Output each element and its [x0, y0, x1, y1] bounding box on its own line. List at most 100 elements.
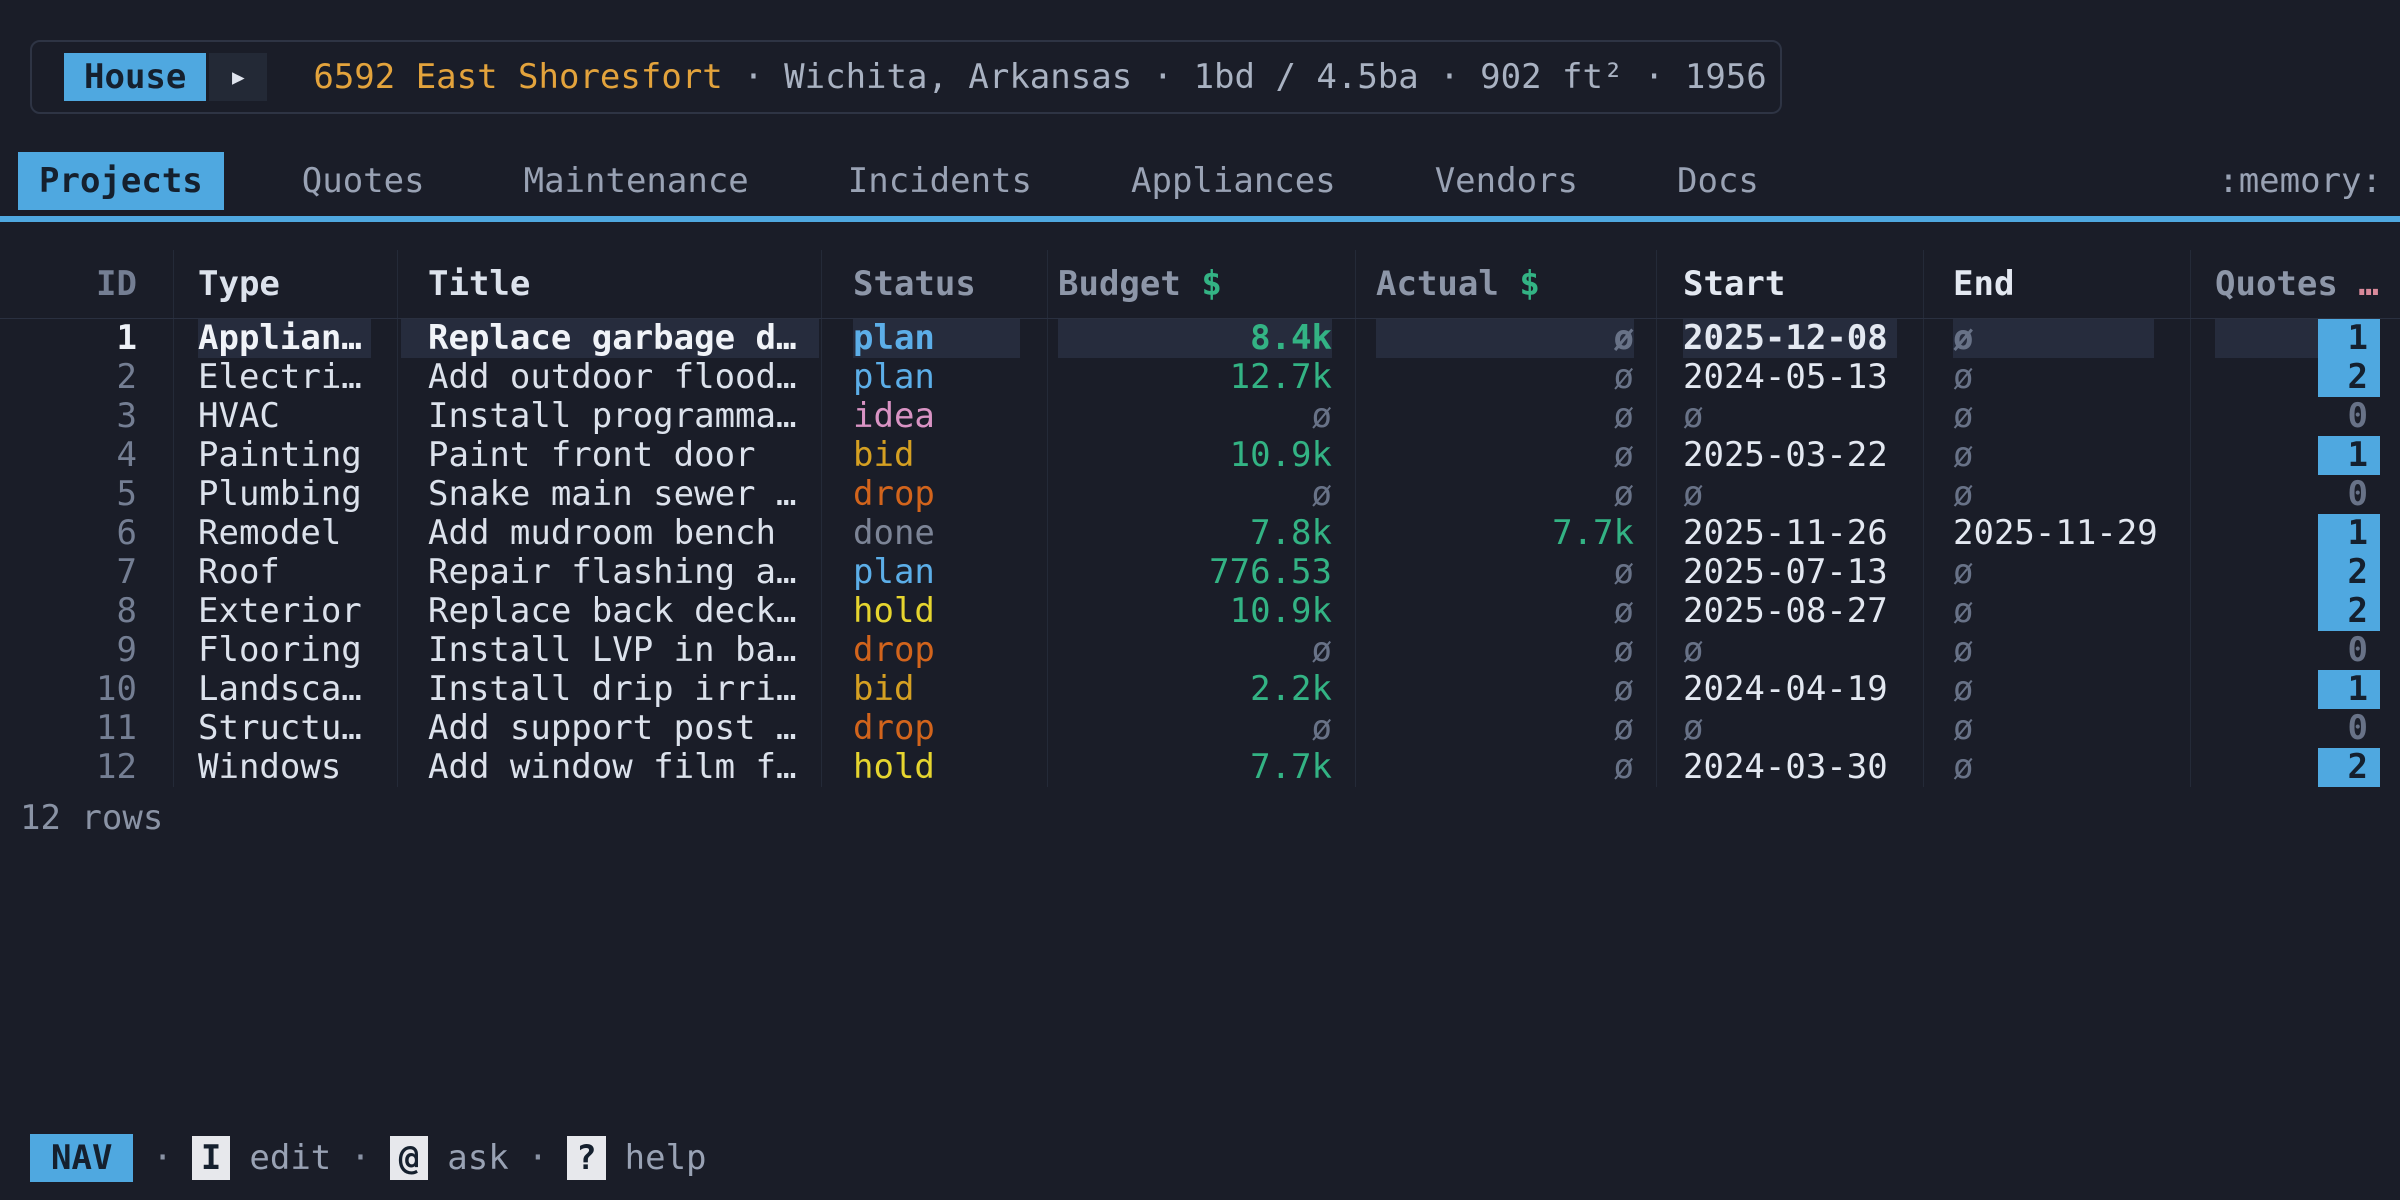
- table-row[interactable]: 4PaintingPaint front doorbid10.9kø2025-0…: [0, 436, 2400, 475]
- cell-id[interactable]: 6: [0, 514, 174, 553]
- tab-appliances[interactable]: Appliances: [1110, 152, 1357, 210]
- cell-start[interactable]: 2024-03-30: [1657, 748, 1924, 787]
- cell-id[interactable]: 4: [0, 436, 174, 475]
- cell-id[interactable]: 2: [0, 358, 174, 397]
- column-header-start[interactable]: Start: [1657, 250, 1924, 318]
- table-row[interactable]: 12WindowsAdd window film f…hold7.7kø2024…: [0, 748, 2400, 787]
- table-row[interactable]: 3HVACInstall programma…ideaøøøø0: [0, 397, 2400, 436]
- table-row[interactable]: 11Structu…Add support post …dropøøøø0: [0, 709, 2400, 748]
- cell-budget[interactable]: 10.9k: [1048, 436, 1356, 475]
- cell-budget[interactable]: 7.7k: [1048, 748, 1356, 787]
- table-row[interactable]: 5PlumbingSnake main sewer …dropøøøø0: [0, 475, 2400, 514]
- tab-incidents[interactable]: Incidents: [827, 152, 1053, 210]
- cell-end[interactable]: ø: [1924, 592, 2191, 631]
- column-header-status[interactable]: Status: [822, 250, 1048, 318]
- cell-type[interactable]: Flooring: [174, 631, 398, 670]
- cell-status[interactable]: hold: [822, 592, 1048, 631]
- cell-type[interactable]: Windows: [174, 748, 398, 787]
- cell-id[interactable]: 10: [0, 670, 174, 709]
- cell-status[interactable]: drop: [822, 475, 1048, 514]
- cell-type[interactable]: HVAC: [174, 397, 398, 436]
- cell-quotes[interactable]: 0: [2191, 475, 2400, 514]
- cell-id[interactable]: 3: [0, 397, 174, 436]
- cell-end[interactable]: ø: [1924, 670, 2191, 709]
- cell-end[interactable]: ø: [1924, 358, 2191, 397]
- tab-docs[interactable]: Docs: [1656, 152, 1780, 210]
- cell-actual[interactable]: ø: [1356, 397, 1657, 436]
- cell-actual[interactable]: ø: [1356, 475, 1657, 514]
- cell-status[interactable]: idea: [822, 397, 1048, 436]
- cell-type[interactable]: Electri…: [174, 358, 398, 397]
- column-header-title[interactable]: Title: [398, 250, 822, 318]
- cell-actual[interactable]: 7.7k: [1356, 514, 1657, 553]
- column-header-actual[interactable]: Actual $: [1356, 250, 1657, 318]
- column-header-end[interactable]: End: [1924, 250, 2191, 318]
- cell-id[interactable]: 1: [0, 319, 174, 358]
- tab-vendors[interactable]: Vendors: [1414, 152, 1599, 210]
- cell-title[interactable]: Add mudroom bench: [398, 514, 822, 553]
- cell-start[interactable]: ø: [1657, 631, 1924, 670]
- cell-start[interactable]: 2025-12-08: [1657, 319, 1924, 358]
- cell-title[interactable]: Repair flashing a…: [398, 553, 822, 592]
- cell-quotes[interactable]: 2: [2191, 748, 2400, 787]
- cell-quotes[interactable]: 0: [2191, 709, 2400, 748]
- column-header-id[interactable]: ID: [0, 250, 174, 318]
- cell-end[interactable]: ø: [1924, 436, 2191, 475]
- cell-actual[interactable]: ø: [1356, 592, 1657, 631]
- cell-budget[interactable]: ø: [1048, 631, 1356, 670]
- cell-title[interactable]: Paint front door: [398, 436, 822, 475]
- cell-title[interactable]: Replace back deck…: [398, 592, 822, 631]
- expand-property-button[interactable]: ▶: [209, 53, 267, 101]
- cell-start[interactable]: 2025-11-26: [1657, 514, 1924, 553]
- cell-start[interactable]: ø: [1657, 709, 1924, 748]
- table-row[interactable]: 1Applian…Replace garbage d…plan8.4kø2025…: [0, 319, 2400, 358]
- cell-actual[interactable]: ø: [1356, 358, 1657, 397]
- tab-maintenance[interactable]: Maintenance: [503, 152, 770, 210]
- cell-title[interactable]: Install drip irri…: [398, 670, 822, 709]
- cell-status[interactable]: plan: [822, 553, 1048, 592]
- cell-start[interactable]: 2025-07-13: [1657, 553, 1924, 592]
- house-selector-button[interactable]: House: [64, 53, 206, 101]
- cell-budget[interactable]: 12.7k: [1048, 358, 1356, 397]
- cell-quotes[interactable]: 2: [2191, 358, 2400, 397]
- cell-actual[interactable]: ø: [1356, 553, 1657, 592]
- cell-start[interactable]: ø: [1657, 475, 1924, 514]
- cell-id[interactable]: 12: [0, 748, 174, 787]
- cell-start[interactable]: 2025-03-22: [1657, 436, 1924, 475]
- column-header-quotes[interactable]: Quotes …: [2191, 250, 2400, 318]
- cell-title[interactable]: Add outdoor flood…: [398, 358, 822, 397]
- cell-budget[interactable]: 7.8k: [1048, 514, 1356, 553]
- cell-status[interactable]: hold: [822, 748, 1048, 787]
- cell-type[interactable]: Structu…: [174, 709, 398, 748]
- table-row[interactable]: 8ExteriorReplace back deck…hold10.9kø202…: [0, 592, 2400, 631]
- cell-quotes[interactable]: 1: [2191, 319, 2400, 358]
- cell-actual[interactable]: ø: [1356, 631, 1657, 670]
- cell-actual[interactable]: ø: [1356, 709, 1657, 748]
- cell-title[interactable]: Add support post …: [398, 709, 822, 748]
- cell-quotes[interactable]: 1: [2191, 514, 2400, 553]
- cell-quotes[interactable]: 2: [2191, 592, 2400, 631]
- table-row[interactable]: 10Landsca…Install drip irri…bid2.2kø2024…: [0, 670, 2400, 709]
- cell-end[interactable]: ø: [1924, 319, 2191, 358]
- table-row[interactable]: 2Electri…Add outdoor flood…plan12.7kø202…: [0, 358, 2400, 397]
- cell-type[interactable]: Remodel: [174, 514, 398, 553]
- cell-type[interactable]: Landsca…: [174, 670, 398, 709]
- cell-title[interactable]: Install programma…: [398, 397, 822, 436]
- cell-type[interactable]: Painting: [174, 436, 398, 475]
- cell-id[interactable]: 11: [0, 709, 174, 748]
- cell-id[interactable]: 7: [0, 553, 174, 592]
- cell-end[interactable]: ø: [1924, 631, 2191, 670]
- cell-actual[interactable]: ø: [1356, 436, 1657, 475]
- cell-id[interactable]: 9: [0, 631, 174, 670]
- cell-id[interactable]: 8: [0, 592, 174, 631]
- cell-quotes[interactable]: 0: [2191, 631, 2400, 670]
- cell-budget[interactable]: 10.9k: [1048, 592, 1356, 631]
- table-row[interactable]: 9FlooringInstall LVP in ba…dropøøøø0: [0, 631, 2400, 670]
- cell-budget[interactable]: ø: [1048, 397, 1356, 436]
- cell-budget[interactable]: ø: [1048, 475, 1356, 514]
- cell-id[interactable]: 5: [0, 475, 174, 514]
- cell-status[interactable]: done: [822, 514, 1048, 553]
- cell-quotes[interactable]: 1: [2191, 436, 2400, 475]
- tab-quotes[interactable]: Quotes: [281, 152, 446, 210]
- cell-end[interactable]: ø: [1924, 553, 2191, 592]
